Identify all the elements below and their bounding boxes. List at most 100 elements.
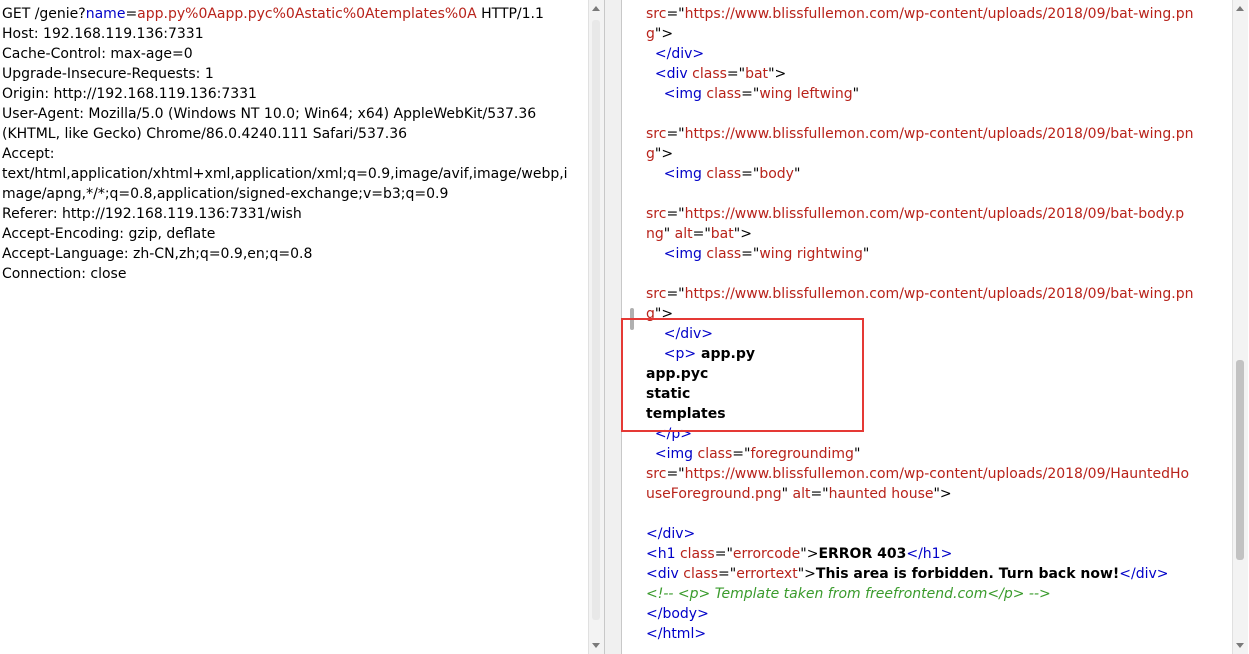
response-line-token: haunted house [828, 486, 934, 502]
request-line: mage/apng,*/*;q=0.8,application/signed-e… [2, 184, 568, 204]
request-line-token: Referer: http://192.168.119.136:7331/wis… [2, 206, 302, 222]
request-line: Accept: [2, 144, 568, 164]
response-line: useForeground.png" alt="haunted house"> [646, 484, 1194, 504]
request-line-token: Accept: [2, 146, 55, 162]
response-line-token: </div> [646, 326, 714, 342]
response-line-token: =" [718, 566, 737, 582]
response-line [646, 184, 1194, 204]
response-line-token: </body> [646, 606, 709, 622]
response-line-token: https://www.blissfullemon.com/wp-content… [684, 126, 1194, 142]
response-line-token: class [706, 166, 742, 182]
request-line: Referer: http://192.168.119.136:7331/wis… [2, 204, 568, 224]
response-line-token: </div> [646, 526, 696, 542]
response-line [646, 264, 1194, 284]
response-line-token: bat [710, 226, 734, 242]
request-editor-pane[interactable]: GET /genie?name=app.py%0Aapp.pyc%0Astati… [0, 0, 604, 654]
response-line: <img class="wing leftwing" [646, 84, 1194, 104]
response-line: g"> [646, 144, 1194, 164]
response-line-token: class [697, 446, 733, 462]
response-line-token: =" [732, 446, 751, 462]
response-line [646, 504, 1194, 524]
request-line: Origin: http://192.168.119.136:7331 [2, 84, 568, 104]
response-line: <div class="bat"> [646, 64, 1194, 84]
response-line-token: </p> [646, 426, 692, 442]
response-line-token: =" [666, 286, 685, 302]
response-line-token: wing rightwing [759, 246, 863, 262]
scroll-down-arrow-icon[interactable] [592, 643, 600, 648]
response-line-token: class [683, 566, 719, 582]
response-line-token: =" [810, 486, 829, 502]
response-line-token: This area is forbidden. Turn back now! [815, 566, 1120, 582]
response-line-token: g [646, 146, 655, 162]
response-line-token: =" [726, 66, 746, 82]
response-line-token: g [646, 306, 655, 322]
response-line-token: <div [646, 566, 684, 582]
scroll-up-arrow-icon[interactable] [592, 6, 600, 11]
request-line-token: Origin: http://192.168.119.136:7331 [2, 86, 257, 102]
request-line: Upgrade-Insecure-Requests: 1 [2, 64, 568, 84]
request-line-token: Accept-Encoding: gzip, deflate [2, 226, 216, 242]
response-line-token: "> [733, 226, 752, 242]
request-line-token: name [85, 6, 126, 22]
response-line-token: =" [666, 206, 685, 222]
response-line-token: alt [674, 226, 693, 242]
response-line-token: " [781, 486, 793, 502]
response-line-token: app.pyc [646, 366, 709, 382]
request-line-token: Connection: close [2, 266, 127, 282]
splitter-grip-icon[interactable] [630, 308, 634, 330]
response-line-token: ERROR 403 [818, 546, 907, 562]
response-line: app.pyc [646, 364, 1194, 384]
response-line: <h1 class="errorcode">ERROR 403</h1> [646, 544, 1194, 564]
response-line-token: =" [741, 166, 760, 182]
request-line-token: GET /genie? [2, 6, 86, 22]
scroll-up-arrow-icon[interactable] [1236, 6, 1244, 11]
response-line-token: "> [654, 306, 674, 322]
response-line-token: <img [646, 166, 707, 182]
response-scrollbar[interactable] [1232, 0, 1248, 654]
response-line: </div> [646, 524, 1194, 544]
response-line-token: class [692, 66, 727, 82]
response-line: src="https://www.blissfullemon.com/wp-co… [646, 284, 1194, 304]
response-line-token: foregroundimg [750, 446, 854, 462]
response-line-token: "> [800, 546, 819, 562]
response-line: <img class="wing rightwing" [646, 244, 1194, 264]
response-line-token: </h1> [906, 546, 953, 562]
response-line-token: <!-- <p> Template taken from freefronten… [646, 586, 1051, 602]
response-scroll-thumb[interactable] [1236, 360, 1244, 560]
response-line-token: "> [797, 566, 816, 582]
response-line-token: bat [745, 66, 769, 82]
request-text[interactable]: GET /genie?name=app.py%0Aapp.pyc%0Astati… [2, 4, 568, 284]
response-line-token: https://www.blissfullemon.com/wp-content… [684, 466, 1190, 482]
response-line: templates [646, 404, 1194, 424]
request-line-token: Host: 192.168.119.136:7331 [2, 26, 204, 42]
scroll-down-arrow-icon[interactable] [1236, 643, 1244, 648]
response-line-token: =" [741, 86, 760, 102]
response-line: src="https://www.blissfullemon.com/wp-co… [646, 124, 1194, 144]
request-line: Accept-Language: zh-CN,zh;q=0.9,en;q=0.8 [2, 244, 568, 264]
response-line-token: </html> [646, 626, 707, 642]
response-line-token: "> [768, 66, 787, 82]
pane-splitter[interactable] [604, 0, 622, 654]
request-line-token: mage/apng,*/*;q=0.8,application/signed-e… [2, 186, 449, 202]
response-line-token: useForeground.png [646, 486, 782, 502]
response-text[interactable]: src="https://www.blissfullemon.com/wp-co… [646, 4, 1194, 644]
request-line-token: app.py%0Aapp.pyc%0Astatic%0Atemplates%0A [137, 6, 477, 22]
request-line: Connection: close [2, 264, 568, 284]
response-line-token: " [862, 246, 870, 262]
request-scrollbar[interactable] [588, 0, 604, 654]
request-line-token: Accept-Language: zh-CN,zh;q=0.9,en;q=0.8 [2, 246, 313, 262]
request-line: text/html,application/xhtml+xml,applicat… [2, 164, 568, 184]
request-line: Accept-Encoding: gzip, deflate [2, 224, 568, 244]
request-line-token: = [125, 6, 138, 22]
response-line-token: errorcode [732, 546, 801, 562]
response-line: </body> [646, 604, 1194, 624]
response-line: <div class="errortext">This area is forb… [646, 564, 1194, 584]
response-line-token: "> [654, 146, 674, 162]
response-line-token: </div> [1119, 566, 1169, 582]
response-line-token: app.py [696, 346, 755, 362]
response-line: <!-- <p> Template taken from freefronten… [646, 584, 1194, 604]
request-scroll-thumb[interactable] [592, 20, 600, 620]
response-line-token: src [646, 206, 667, 222]
response-line-token: "> [654, 26, 674, 42]
response-viewer-pane[interactable]: src="https://www.blissfullemon.com/wp-co… [622, 0, 1232, 654]
